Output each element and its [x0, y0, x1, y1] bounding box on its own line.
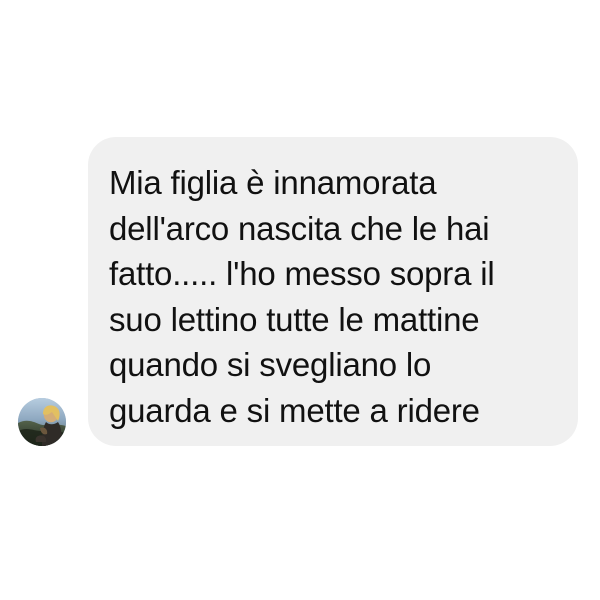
message-bubble[interactable]: Mia figlia è innamorata dell'arco nascit… — [88, 137, 578, 446]
message-line: Mia figlia è innamorata — [109, 164, 437, 201]
chat-thread: Mia figlia è innamorata dell'arco nascit… — [0, 0, 600, 600]
profile-photo-icon — [18, 398, 66, 446]
incoming-message-row: Mia figlia è innamorata dell'arco nascit… — [0, 0, 600, 600]
sender-avatar[interactable] — [18, 398, 66, 446]
message-line: fatto..... l'ho messo sopra il — [109, 255, 495, 292]
message-line: guarda e si mette a ridere — [109, 391, 480, 429]
message-text: Mia figlia è innamorata dell'arco nascit… — [109, 160, 558, 433]
message-line: dell'arco nascita che le hai — [109, 209, 490, 247]
message-line: suo lettino tutte le mattine — [109, 300, 480, 338]
message-line: quando si svegliano lo — [109, 346, 432, 383]
